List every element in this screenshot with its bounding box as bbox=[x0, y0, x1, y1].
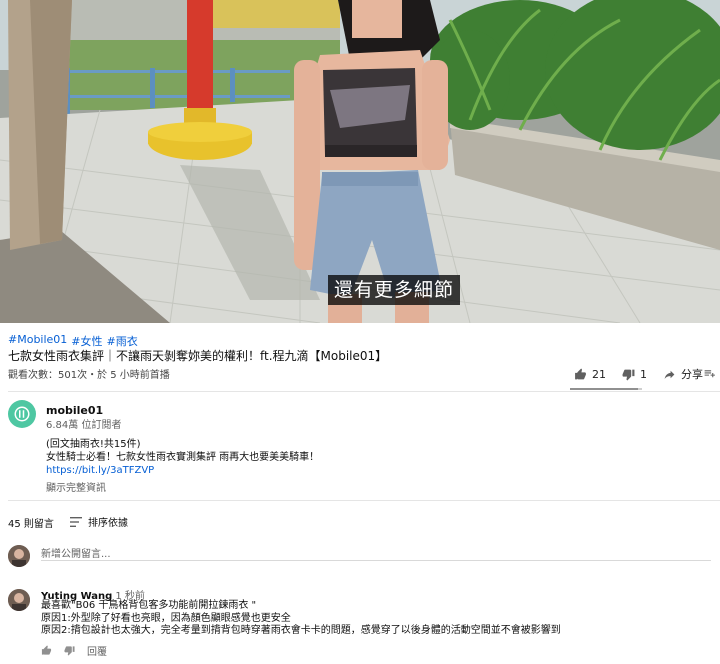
video-title: 七款女性雨衣集評｜不讓雨天剝奪妳美的權利！ft.程九滴【Mobile01】 bbox=[8, 349, 388, 363]
add-comment-input[interactable]: 新增公開留言... bbox=[41, 545, 711, 561]
video-player[interactable]: 還有更多細節 bbox=[0, 0, 720, 323]
divider bbox=[8, 500, 720, 501]
add-to-playlist-icon[interactable] bbox=[703, 367, 716, 380]
like-count: 21 bbox=[592, 367, 606, 381]
dislike-button[interactable]: 1 bbox=[622, 368, 647, 381]
subscriber-count: 6.84萬 位訂閱者 bbox=[46, 420, 122, 431]
comment-line: 原因1:外型除了好看也亮眼，因為顏色顯眼感覺也更安全 bbox=[41, 612, 291, 624]
comment-line: 最喜歡"B06 千鳥格背包客多功能前開拉鍊雨衣 " bbox=[41, 600, 257, 611]
avatar[interactable] bbox=[8, 589, 30, 611]
channel-logo-icon bbox=[14, 406, 30, 422]
share-label: 分享 bbox=[681, 368, 703, 381]
dislike-count: 1 bbox=[640, 367, 647, 381]
reply-button[interactable]: 回覆 bbox=[87, 643, 107, 658]
sort-label: 排序依據 bbox=[88, 518, 128, 529]
show-more-button[interactable]: 顯示完整資訊 bbox=[46, 479, 106, 494]
sort-button[interactable]: 排序依據 bbox=[70, 514, 128, 529]
video-actions: 21 1 分享 bbox=[574, 365, 719, 383]
divider bbox=[8, 391, 720, 392]
sentiment-bar bbox=[570, 388, 642, 390]
comment-line: 原因2:揹包設計也太強大，完全考量到揹背包時穿著雨衣會卡卡的問題，感覺穿了以後身… bbox=[41, 625, 561, 636]
thumb-up-icon bbox=[575, 368, 586, 379]
sort-icon bbox=[70, 516, 82, 527]
thumb-up-icon[interactable] bbox=[41, 645, 52, 656]
thumb-down-icon bbox=[622, 369, 635, 380]
like-button[interactable]: 21 bbox=[574, 368, 606, 381]
description-line: 女性騎士必看！七款女性雨衣實測集評 雨再大也要美美騎車！ bbox=[46, 452, 320, 463]
video-subtitle: 還有更多細節 bbox=[328, 275, 461, 305]
comment-count: 45 則留言 bbox=[8, 519, 54, 530]
view-count: 觀看次數：501次・於 5 小時前首播 bbox=[8, 370, 170, 381]
description-link[interactable]: https://bit.ly/3aTFZVP bbox=[46, 464, 319, 477]
share-button[interactable]: 分享 bbox=[663, 366, 703, 382]
avatar bbox=[8, 545, 30, 567]
comment-text: 最喜歡"B06 千鳥格背包客多功能前開拉鍊雨衣 " 原因1:外型除了好看也亮眼，… bbox=[41, 600, 561, 638]
thumb-down-icon[interactable] bbox=[64, 645, 75, 656]
channel-avatar[interactable] bbox=[8, 400, 36, 428]
comment-actions: 回覆 bbox=[41, 643, 107, 658]
share-icon bbox=[664, 370, 675, 379]
sentiment-bar-fill bbox=[570, 388, 638, 390]
description-line: (回文抽雨衣!共15件) bbox=[46, 439, 141, 450]
video-description: (回文抽雨衣!共15件) 女性騎士必看！七款女性雨衣實測集評 雨再大也要美美騎車… bbox=[46, 438, 319, 477]
